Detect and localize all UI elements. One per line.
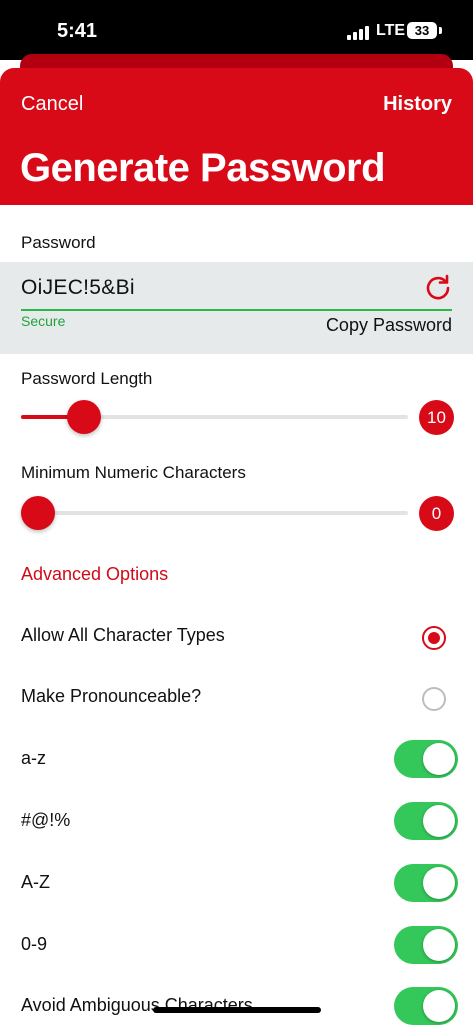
pronounceable-radio[interactable] (422, 687, 446, 711)
header: Cancel History Generate Password (0, 68, 473, 205)
battery-icon: 33 (407, 22, 437, 39)
allow-all-types-radio[interactable] (422, 626, 446, 650)
pronounceable-label: Make Pronounceable? (21, 686, 202, 706)
numeric-chars-slider[interactable] (21, 511, 408, 515)
toggle-label-lowercase: a-z (21, 748, 47, 768)
uppercase-toggle[interactable] (394, 864, 458, 902)
password-value[interactable]: OiJEC!5&Bi (21, 276, 135, 300)
toggle-label-digits: 0-9 (21, 934, 48, 954)
password-field: OiJEC!5&Bi Secure Copy Password (0, 262, 473, 354)
strength-indicator-line (21, 309, 452, 311)
toggle-label-symbols: #@!% (21, 810, 71, 830)
status-bar: 5:41 LTE 33 (0, 0, 473, 60)
digits-toggle[interactable] (394, 926, 458, 964)
home-indicator (153, 1007, 321, 1013)
password-label: Password (21, 233, 96, 252)
cellular-signal-icon (347, 24, 371, 40)
history-button[interactable]: History (383, 93, 452, 116)
password-length-value: 10 (419, 400, 454, 435)
numeric-chars-slider-thumb[interactable] (21, 496, 55, 530)
copy-password-button[interactable]: Copy Password (326, 315, 452, 336)
numeric-chars-value: 0 (419, 496, 454, 531)
numeric-chars-label: Minimum Numeric Characters (21, 463, 246, 482)
refresh-icon[interactable] (424, 274, 452, 302)
page-title: Generate Password (20, 146, 386, 190)
network-type: LTE (376, 22, 406, 39)
advanced-options-link[interactable]: Advanced Options (21, 564, 168, 585)
status-time: 5:41 (57, 20, 98, 42)
avoid-ambiguous-toggle[interactable] (394, 987, 458, 1025)
battery-level: 33 (414, 23, 430, 38)
symbols-toggle[interactable] (394, 802, 458, 840)
password-length-slider-thumb[interactable] (66, 400, 101, 434)
lowercase-toggle[interactable] (394, 740, 458, 778)
strength-label: Secure (21, 313, 66, 329)
allow-all-types-label: Allow All Character Types (21, 625, 225, 645)
password-length-label: Password Length (21, 369, 153, 388)
cancel-button[interactable]: Cancel (21, 93, 83, 116)
toggle-label-uppercase: A-Z (21, 872, 50, 892)
